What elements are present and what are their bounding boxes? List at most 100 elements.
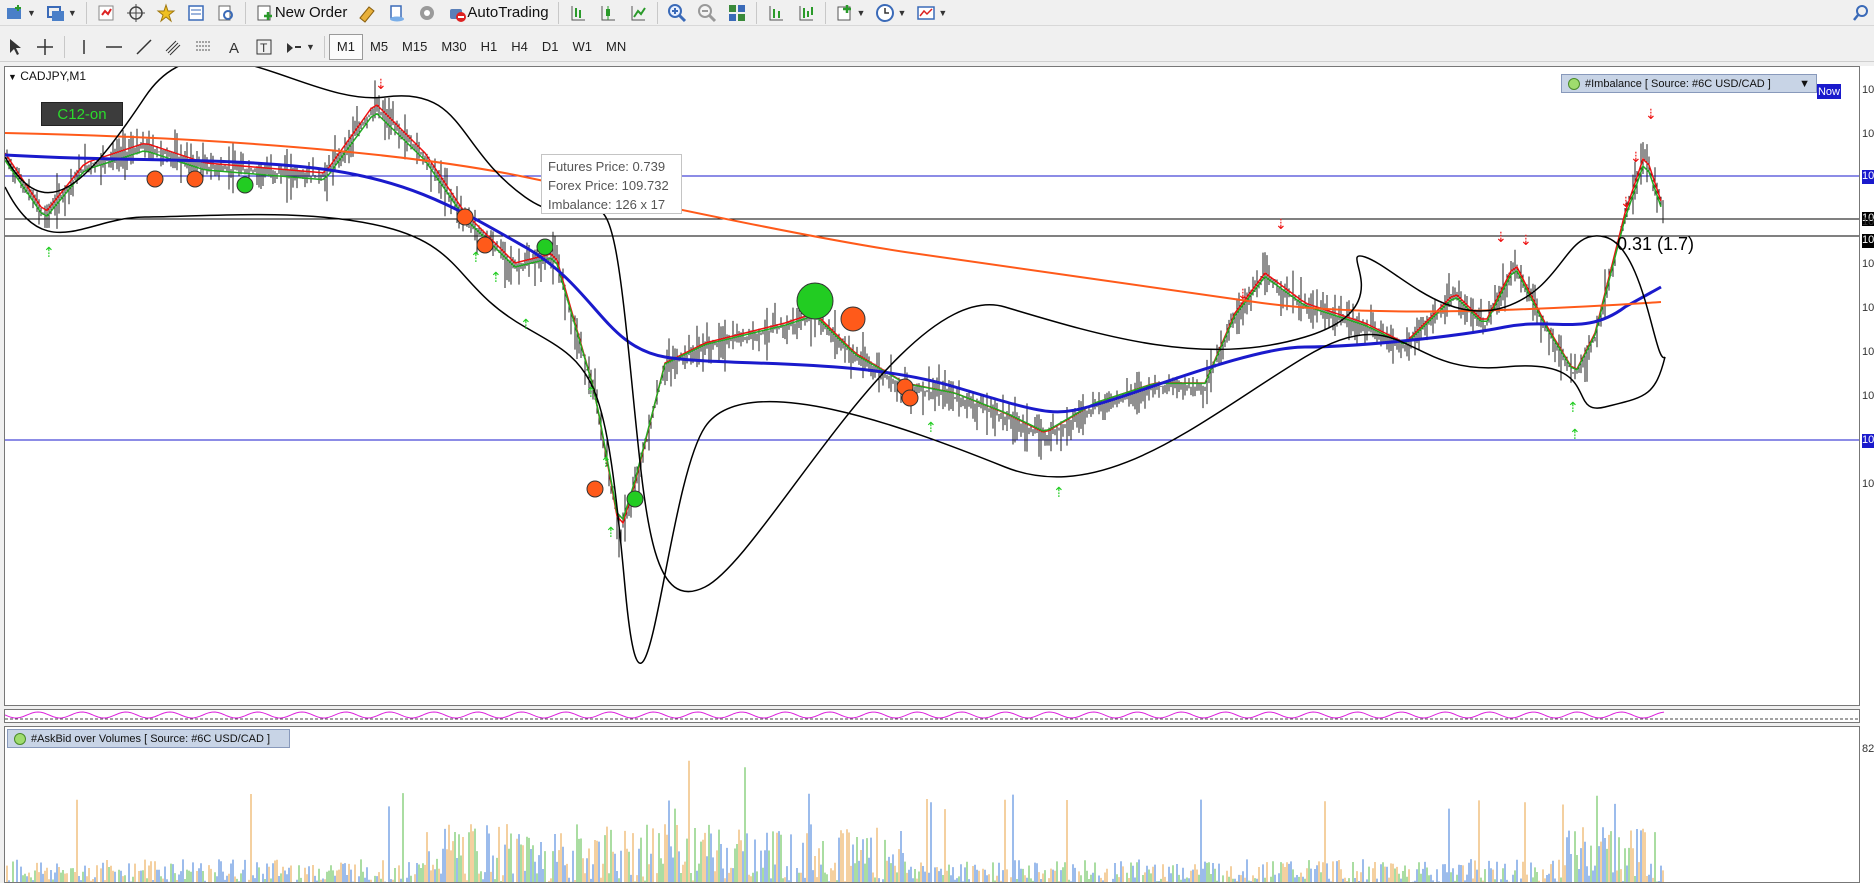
toolbar-separator [244,1,246,24]
price-scale-label: 10 [1862,346,1874,358]
indicators-icon [837,4,851,20]
green-up-arrow-icon: ⇡ [925,419,937,435]
signals-icon [390,4,405,21]
price-scale[interactable]: 10 10 10 10 10 10 10 10 10 10 10 10 82 [1860,66,1874,883]
signal-dot [186,170,204,188]
trendline-icon [136,38,152,55]
candlestick-icon [601,5,615,20]
timeframe-m5-button[interactable]: M5 [363,35,395,59]
signals-button[interactable] [384,1,410,25]
red-down-arrow-icon: ⇣ [1630,149,1642,165]
signal-dot [456,208,474,226]
toolbar-separator [323,35,325,58]
horizontal-line-button[interactable] [101,35,127,59]
auto-scroll-button[interactable] [763,1,789,25]
chart-shift-button[interactable] [793,1,819,25]
green-up-arrow-icon: ⇡ [490,269,502,285]
toolbar-separator [557,1,559,24]
timeframe-m1-button[interactable]: M1 [328,33,363,60]
strategy-tester-button[interactable] [213,1,239,25]
line-chart-icon [631,5,646,20]
now-label[interactable]: Now [1817,84,1841,99]
indicators-button[interactable]: ▼ [832,1,869,25]
oscillator-subwindow[interactable] [4,709,1860,723]
text-button[interactable]: A [221,35,247,59]
chart-annotation: 0.31 (1.7) [1617,234,1695,254]
c12-indicator-label[interactable]: C12-on [41,102,123,126]
red-down-arrow-icon: ⇣ [375,76,387,92]
text-label-button[interactable]: T [251,35,277,59]
profiles-icon [46,5,64,21]
market-watch-icon [98,5,114,20]
signal-dot [626,490,644,508]
search-button[interactable] [1848,1,1874,25]
toolbar-separator [755,1,757,24]
trendline-button[interactable] [131,35,157,59]
large-signal-dot [840,306,866,332]
equidistant-channel-button[interactable] [161,35,187,59]
arrows-icon [287,42,301,53]
price-scale-label: 10 [1862,216,1874,228]
signal-dot [586,480,604,498]
market-button[interactable] [414,1,440,25]
volume-subwindow[interactable]: #AskBid over Volumes [ Source: #6C USD/C… [4,726,1860,883]
vertical-line-button[interactable] [71,35,97,59]
green-up-arrow-icon: ⇡ [585,384,597,400]
templates-button[interactable]: ▼ [913,1,950,25]
crosshair-tool-button[interactable] [32,35,58,59]
line-chart-button[interactable] [625,1,651,25]
cursor-arrow-icon [10,38,21,55]
profiles-button[interactable]: ▼ [43,1,80,25]
timeframe-mn-button[interactable]: MN [599,35,633,59]
periods-button[interactable]: ▼ [872,1,909,25]
new-chart-button[interactable]: ▼ [2,1,39,25]
price-chart[interactable]: ⇡ ⇡ ⇡ ⇡ ⇡ ⇡ ⇡ ⇡ ⇡ ⇡ ⇡ ⇣ ⇣ ⇣ ⇣ ⇣ ⇣ ⇣ ⇣ ▼ CADJPY,M1 C12-on F… [4,66,1860,706]
metaeditor-button[interactable] [354,1,380,25]
volume-indicator-label: #AskBid over Volumes [ Source: #6C USD/C… [31,732,271,745]
autotrading-button[interactable]: AutoTrading [444,1,551,25]
candlestick-button[interactable] [595,1,621,25]
lower-band-line [5,186,1666,664]
zoom-out-button[interactable] [694,1,720,25]
cursor-button[interactable] [2,35,28,59]
red-down-arrow-icon: ⇣ [1237,286,1249,302]
red-down-arrow-icon: ⇣ [1495,229,1507,245]
slow-ma-line [5,153,1662,414]
timeframe-w1-button[interactable]: W1 [566,35,600,59]
timeframe-h4-button[interactable]: H4 [504,35,535,59]
chart-symbol-title: ▼ CADJPY,M1 [8,69,86,83]
chart-menu-triangle-icon[interactable]: ▼ [8,72,17,82]
red-down-arrow-icon: ⇣ [1645,106,1657,122]
timeframe-m15-button[interactable]: M15 [395,35,434,59]
terminal-icon [188,4,204,21]
zoom-in-button[interactable] [664,1,690,25]
tile-windows-button[interactable] [724,1,750,25]
svg-text:T: T [260,41,268,55]
new-order-button[interactable]: New Order [252,1,351,25]
market-watch-button[interactable] [93,1,119,25]
green-up-arrow-icon: ⇡ [605,524,617,540]
chevron-down-icon[interactable]: ▼ [1799,78,1810,90]
navigator-button[interactable] [153,1,179,25]
clock-icon [876,3,895,22]
volume-indicator-box[interactable]: #AskBid over Volumes [ Source: #6C USD/C… [7,729,290,748]
fast-ma-line [5,104,1662,525]
bar-chart-icon [571,5,585,20]
green-up-arrow-icon: ⇡ [1053,484,1065,500]
market-circle-icon [420,5,435,20]
timeframe-group: M1 M5 M15 M30 H1 H4 D1 W1 MN [328,33,633,60]
crosshair-button[interactable] [123,1,149,25]
bar-chart-button[interactable] [565,1,591,25]
timeframe-m30-button[interactable]: M30 [434,35,473,59]
channel-icon [165,40,181,55]
terminal-button[interactable] [183,1,209,25]
price-scale-label: 10 [1862,128,1874,140]
arrows-button[interactable]: ▼ [281,35,318,59]
timeframe-h1-button[interactable]: H1 [474,35,505,59]
timeframe-d1-button[interactable]: D1 [535,35,566,59]
green-up-arrow-icon: ⇡ [1567,399,1579,415]
imbalance-indicator-box[interactable]: #Imbalance [ Source: #6C USD/CAD ] ▼ [1561,74,1817,93]
chart-symbol-text: CADJPY,M1 [20,69,87,83]
signal-dot [901,389,919,407]
fibonacci-button[interactable] [191,35,217,59]
